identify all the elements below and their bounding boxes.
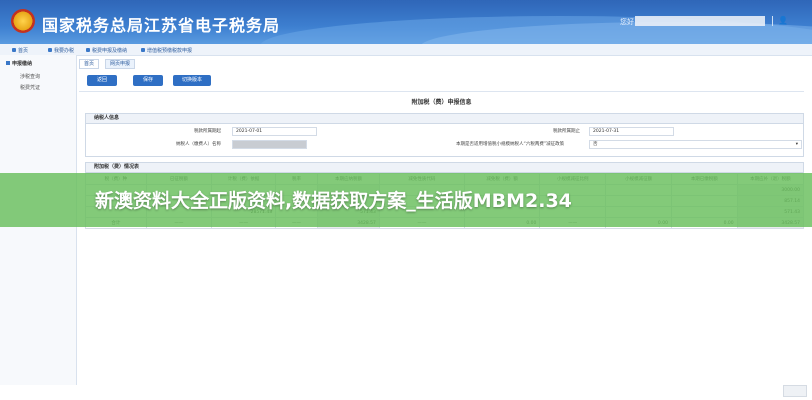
breadcrumb: 首页 我要办税 税费申报及缴纳 增值税预缴税款申报 [0, 44, 812, 56]
user-name-redacted [635, 16, 765, 26]
main-content: 附加税（费）申报信息 纳税人信息 税款所属期起 2021-07-01 税款所属期… [79, 91, 805, 382]
site-title: 国家税务总局江苏省电子税务局 [42, 16, 281, 35]
period-start-label: 税款所属期起 [194, 129, 221, 134]
user-icon[interactable]: 👤 [778, 16, 788, 25]
policy-label: 本期是否适用增值税小规模纳税人“六税两费”减征政策 [456, 142, 565, 147]
taxpayer-name-label: 纳税人（缴费人）名称 [176, 142, 221, 147]
taxpayer-panel: 纳税人信息 税款所属期起 2021-07-01 税款所属期止 2021-07-3… [85, 113, 804, 157]
tab-web-declare[interactable]: 网页申报 [105, 59, 136, 69]
sidebar-item-query[interactable]: 涉税查询 [20, 73, 40, 80]
sidebar-section[interactable]: 申报缴纳 [6, 60, 32, 67]
folder-icon [141, 48, 145, 52]
policy-select[interactable]: 否 ▾ [589, 140, 802, 149]
period-end-field[interactable]: 2021-07-31 [589, 127, 674, 136]
tax-emblem-logo [11, 9, 35, 33]
home-icon [12, 48, 16, 52]
taxpayer-name-field [232, 140, 307, 149]
period-end-label: 税款所属期止 [553, 129, 580, 134]
breadcrumb-item[interactable]: 增值税预缴税款申报 [141, 47, 192, 54]
back-button[interactable]: 返回 [87, 75, 117, 86]
folder-icon [86, 48, 90, 52]
sidebar-section-label: 申报缴纳 [12, 61, 33, 67]
divider [772, 16, 773, 26]
breadcrumb-label: 我要办税 [54, 48, 75, 54]
table-panel: 附加税（费）情况表 [85, 162, 804, 173]
period-start-field[interactable]: 2021-07-01 [232, 127, 317, 136]
banner-text: 新澳资料大全正版资料,数据获取方案_生活版MBM2.34 [95, 190, 572, 212]
panel-header: 纳税人信息 [86, 114, 803, 124]
folder-icon [48, 48, 52, 52]
breadcrumb-item[interactable]: 首页 [12, 47, 28, 54]
policy-value: 否 [593, 142, 598, 147]
menu-icon [6, 61, 10, 65]
breadcrumb-label: 增值税预缴税款申报 [147, 48, 193, 54]
breadcrumb-label: 税费申报及缴纳 [92, 48, 128, 54]
panel-header: 附加税（费）情况表 [86, 163, 803, 173]
chevron-down-icon: ▾ [795, 142, 798, 147]
breadcrumb-label: 首页 [18, 48, 29, 54]
save-button[interactable]: 保存 [133, 75, 163, 86]
page-title: 附加税（费）申报信息 [411, 99, 472, 106]
breadcrumb-item[interactable]: 我要办税 [48, 47, 74, 54]
scroll-widget[interactable] [783, 385, 807, 397]
user-greeting: 您好 [620, 18, 634, 26]
sidebar-item-voucher[interactable]: 税费凭证 [20, 84, 40, 91]
tab-home[interactable]: 首页 [79, 59, 100, 69]
switch-version-button[interactable]: 切换版本 [173, 75, 211, 86]
site-header: 国家税务总局江苏省电子税务局 您好 👤 [0, 0, 812, 44]
breadcrumb-item[interactable]: 税费申报及缴纳 [86, 47, 127, 54]
